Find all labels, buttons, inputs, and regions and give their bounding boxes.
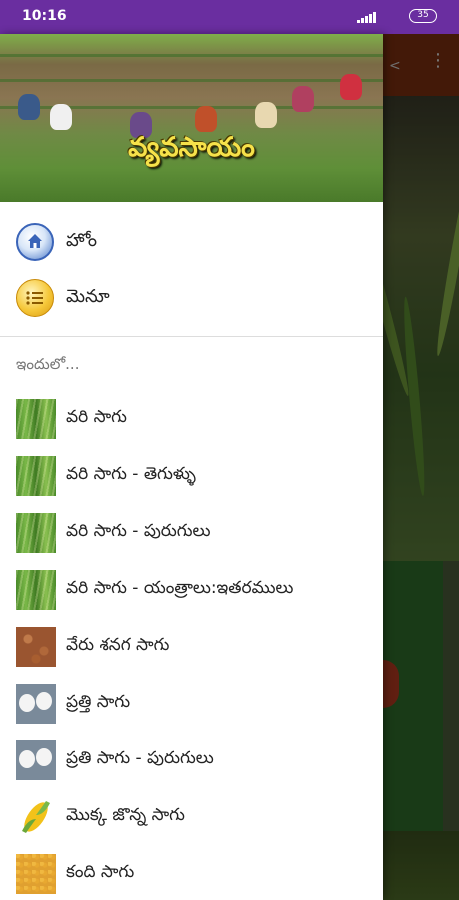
nav-item-home[interactable]: హోం bbox=[0, 216, 383, 268]
list-item-paddy[interactable]: వరి సాగు bbox=[0, 392, 383, 448]
maize-thumbnail bbox=[16, 797, 56, 837]
list-item-label: కంది సాగు bbox=[66, 862, 135, 882]
drawer-header-image: వ్యవసాయం bbox=[0, 34, 383, 202]
list-item-cotton[interactable]: ప్రత్తి సాగు bbox=[0, 677, 383, 733]
groundnut-thumbnail bbox=[16, 627, 56, 667]
list-item-cotton-pests[interactable]: ప్రతి సాగు - పురుగులు bbox=[0, 733, 383, 789]
battery-icon: 35 bbox=[409, 9, 437, 23]
cotton-thumbnail bbox=[16, 684, 56, 724]
list-item-paddy-pests[interactable]: వరి సాగు - పురుగులు bbox=[0, 506, 383, 562]
list-item-paddy-diseases[interactable]: వరి సాగు - తెగుళ్ళు bbox=[0, 449, 383, 505]
list-item-label: ప్రతి సాగు - పురుగులు bbox=[66, 748, 214, 768]
drawer-scrim[interactable] bbox=[383, 34, 459, 900]
list-item-label: వరి సాగు - యంత్రాలు:ఇతరములు bbox=[66, 578, 294, 598]
list-item-paddy-machinery[interactable]: వరి సాగు - యంత్రాలు:ఇతరములు bbox=[0, 563, 383, 619]
list-item-label: మొక్క జొన్న సాగు bbox=[66, 805, 185, 825]
signal-icon bbox=[357, 12, 376, 23]
divider bbox=[0, 336, 383, 337]
list-item-label: వరి సాగు bbox=[66, 407, 127, 427]
drawer-header-title: వ్యవసాయం bbox=[128, 132, 255, 163]
paddy-thumbnail bbox=[16, 570, 56, 610]
nav-item-menu[interactable]: మెనూ bbox=[0, 272, 383, 324]
nav-item-label: హోం bbox=[66, 229, 97, 251]
navigation-drawer: వ్యవసాయం హోం మెనూ ఇందులో... వరి సాగు వరి… bbox=[0, 34, 383, 900]
nav-item-label: మెనూ bbox=[66, 285, 110, 307]
list-item-label: వేరు శనగ సాగు bbox=[66, 635, 170, 655]
section-label: ఇందులో... bbox=[16, 355, 80, 373]
list-item-maize[interactable]: మొక్క జొన్న సాగు bbox=[0, 790, 383, 846]
status-bar: 10:16 35 bbox=[0, 0, 459, 34]
list-item-groundnut[interactable]: వేరు శనగ సాగు bbox=[0, 620, 383, 676]
list-item-label: ప్రత్తి సాగు bbox=[66, 692, 131, 712]
home-icon bbox=[16, 223, 54, 261]
list-item-redgram[interactable]: కంది సాగు bbox=[0, 847, 383, 900]
redgram-thumbnail bbox=[16, 854, 56, 894]
paddy-thumbnail bbox=[16, 513, 56, 553]
paddy-thumbnail bbox=[16, 456, 56, 496]
paddy-thumbnail bbox=[16, 399, 56, 439]
status-time: 10:16 bbox=[22, 8, 67, 24]
menu-list-icon bbox=[16, 279, 54, 317]
list-item-label: వరి సాగు - పురుగులు bbox=[66, 521, 211, 541]
list-item-label: వరి సాగు - తెగుళ్ళు bbox=[66, 464, 196, 484]
cotton-thumbnail bbox=[16, 740, 56, 780]
